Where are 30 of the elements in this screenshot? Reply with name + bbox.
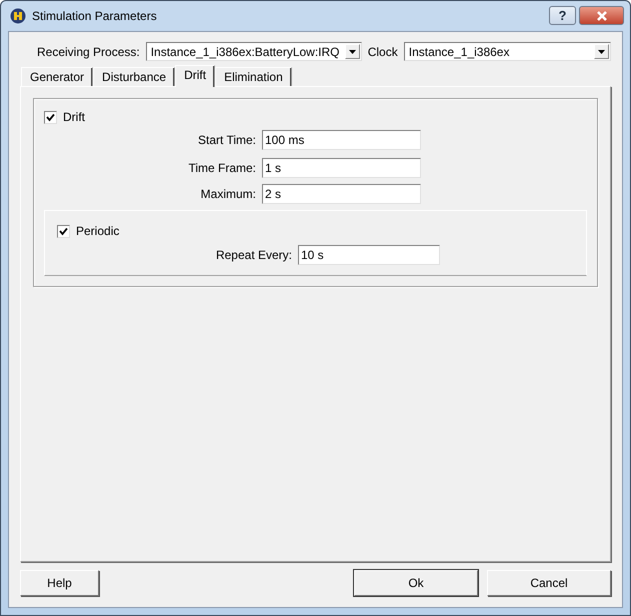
input-field[interactable]: 100 ms bbox=[262, 130, 421, 150]
input-field[interactable]: 10 s bbox=[298, 245, 440, 265]
checkbox[interactable] bbox=[57, 224, 70, 238]
receiving-process-dropdown[interactable]: Instance_1_i386ex:BatteryLow:IRQ bbox=[146, 42, 362, 61]
window-title: Stimulation Parameters bbox=[32, 9, 157, 23]
clock-dropdown[interactable]: Instance_1_i386ex bbox=[404, 42, 611, 61]
ok-button[interactable]: Ok bbox=[354, 570, 478, 596]
checkbox[interactable] bbox=[44, 110, 57, 124]
tab[interactable]: Elimination bbox=[215, 67, 292, 86]
field-label: Maximum: bbox=[200, 187, 256, 201]
receiving-process-label: Receiving Process: bbox=[37, 44, 140, 58]
checkbox-label: Periodic bbox=[76, 224, 120, 238]
field-label: Repeat Every: bbox=[214, 248, 292, 262]
input-field[interactable]: 1 s bbox=[262, 158, 421, 178]
close-icon bbox=[596, 10, 608, 20]
checkbox-label: Drift bbox=[63, 110, 85, 124]
field-label: Start Time: bbox=[196, 133, 256, 147]
help-button[interactable]: ? bbox=[549, 6, 576, 25]
clock-label: Clock bbox=[368, 44, 398, 58]
app-icon bbox=[10, 8, 26, 24]
help-button[interactable]: Help bbox=[20, 570, 99, 596]
close-button[interactable] bbox=[579, 6, 624, 25]
field-label: Time Frame: bbox=[187, 161, 256, 175]
input-field[interactable]: 2 s bbox=[262, 184, 421, 204]
tab[interactable]: Generator bbox=[21, 67, 94, 86]
dropdown-arrow-icon bbox=[598, 50, 605, 54]
tab[interactable]: Drift bbox=[175, 65, 216, 87]
dropdown-arrow-icon bbox=[348, 50, 356, 54]
cancel-button[interactable]: Cancel bbox=[487, 570, 611, 596]
tab[interactable]: Disturbance bbox=[93, 67, 176, 86]
